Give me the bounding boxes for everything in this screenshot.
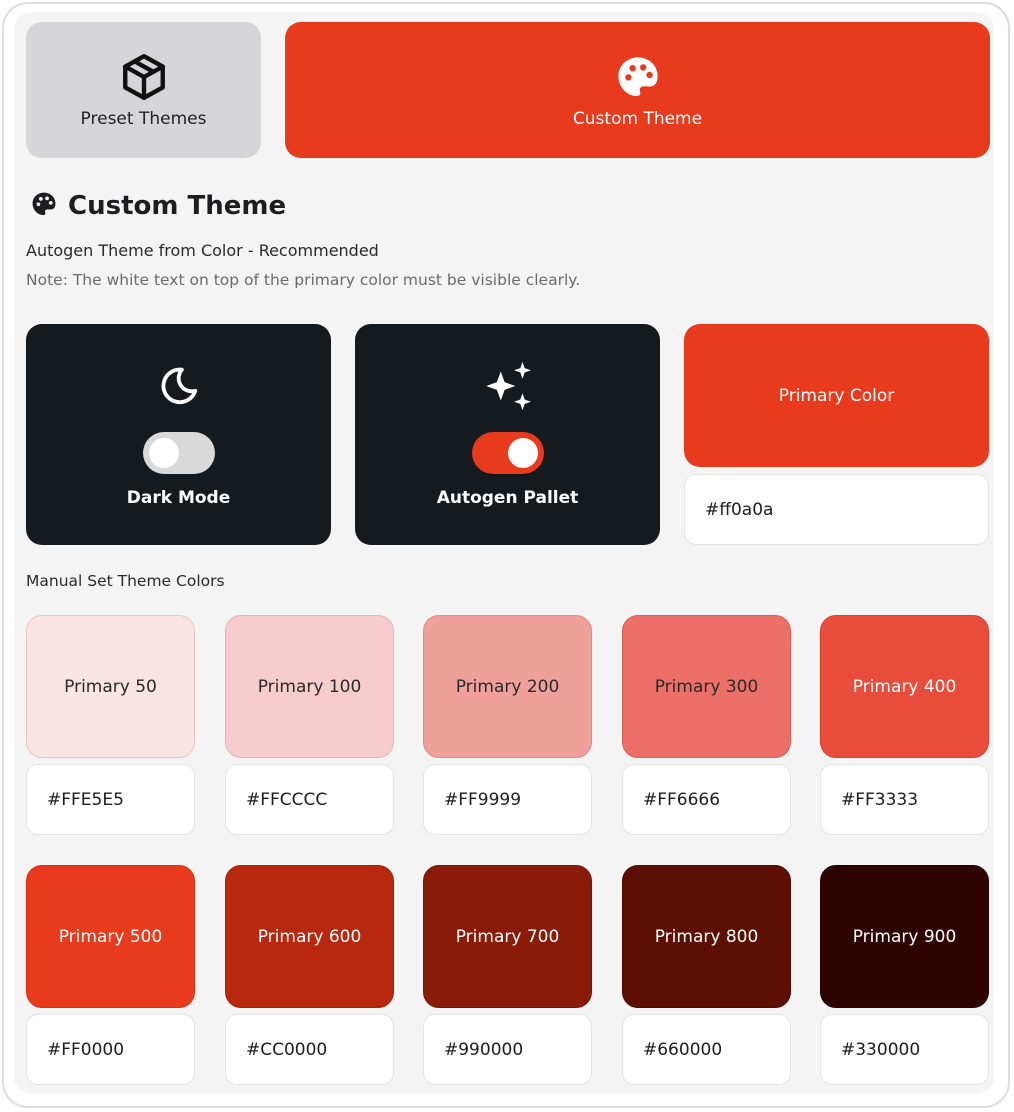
shade-swatch-300[interactable]: Primary 300 — [622, 615, 791, 758]
shade-input-500[interactable]: #FF0000 — [26, 1014, 195, 1085]
shade-input-200[interactable]: #FF9999 — [423, 764, 592, 835]
shade-label: Primary 500 — [58, 926, 163, 947]
shade-swatch-400[interactable]: Primary 400 — [820, 615, 989, 758]
shade-label: Primary 600 — [257, 926, 362, 947]
shade-input-100[interactable]: #FFCCCC — [225, 764, 394, 835]
shade-swatch-900[interactable]: Primary 900 — [820, 865, 989, 1008]
autogen-pallet-toggle[interactable] — [471, 432, 544, 474]
shade-value: #CC0000 — [246, 1039, 328, 1060]
shade-swatch-600[interactable]: Primary 600 — [225, 865, 394, 1008]
shade-swatch-700[interactable]: Primary 700 — [423, 865, 592, 1008]
shade-swatch-50[interactable]: Primary 50 — [26, 615, 195, 758]
shade-value: #330000 — [841, 1039, 921, 1060]
tab-custom-label: Custom Theme — [572, 109, 703, 129]
primary-color-label: Primary Color — [778, 385, 895, 406]
shade-input-600[interactable]: #CC0000 — [225, 1014, 394, 1085]
page-title: Custom Theme — [68, 191, 287, 221]
sparkles-icon — [479, 358, 537, 414]
shade-label: Primary 800 — [654, 926, 759, 947]
shade-label: Primary 100 — [257, 676, 362, 697]
shade-label: Primary 200 — [455, 676, 560, 697]
shade-input-900[interactable]: #330000 — [820, 1014, 989, 1085]
toggle-knob — [148, 438, 179, 468]
shade-value: #660000 — [643, 1039, 723, 1060]
shade-value: #990000 — [444, 1039, 524, 1060]
autogen-pallet-card[interactable]: Autogen Pallet — [355, 324, 660, 545]
shade-label: Primary 700 — [455, 926, 560, 947]
shade-value: #FF3333 — [841, 789, 919, 810]
shade-swatch-500[interactable]: Primary 500 — [26, 865, 195, 1008]
autogen-subtitle: Autogen Theme from Color - Recommended — [26, 241, 379, 260]
section-title: Custom Theme — [30, 190, 286, 222]
shade-label: Primary 900 — [852, 926, 957, 947]
shade-label: Primary 50 — [64, 676, 157, 697]
shade-value: #FF0000 — [47, 1039, 125, 1060]
shade-value: #FF9999 — [444, 789, 522, 810]
primary-color-value: #ff0a0a — [705, 499, 774, 520]
toggle-knob — [507, 438, 538, 468]
shade-input-700[interactable]: #990000 — [423, 1014, 592, 1085]
moon-icon — [156, 358, 202, 414]
tab-preset-label: Preset Themes — [80, 109, 207, 129]
tab-custom-theme[interactable]: Custom Theme — [285, 22, 990, 158]
shade-swatch-800[interactable]: Primary 800 — [622, 865, 791, 1008]
shade-input-800[interactable]: #660000 — [622, 1014, 791, 1085]
shade-input-300[interactable]: #FF6666 — [622, 764, 791, 835]
palette-icon — [30, 190, 58, 222]
shade-value: #FFE5E5 — [47, 789, 124, 810]
contrast-note: Note: The white text on top of the prima… — [26, 271, 581, 289]
dark-mode-label: Dark Mode — [126, 488, 231, 508]
shade-value: #FFCCCC — [246, 789, 328, 810]
shade-value: #FF6666 — [643, 789, 721, 810]
shade-label: Primary 300 — [654, 676, 759, 697]
shade-input-50[interactable]: #FFE5E5 — [26, 764, 195, 835]
tab-preset-themes[interactable]: Preset Themes — [26, 22, 261, 158]
autogen-pallet-label: Autogen Pallet — [436, 488, 579, 508]
shade-swatch-100[interactable]: Primary 100 — [225, 615, 394, 758]
dark-mode-card[interactable]: Dark Mode — [26, 324, 331, 545]
palette-icon — [612, 51, 664, 103]
shade-label: Primary 400 — [852, 676, 957, 697]
dark-mode-toggle[interactable] — [142, 432, 215, 474]
shade-swatch-200[interactable]: Primary 200 — [423, 615, 592, 758]
box-icon — [118, 51, 170, 103]
manual-colors-label: Manual Set Theme Colors — [26, 572, 225, 590]
primary-color-input[interactable]: #ff0a0a — [684, 474, 989, 545]
shade-input-400[interactable]: #FF3333 — [820, 764, 989, 835]
primary-color-swatch[interactable]: Primary Color — [684, 324, 989, 467]
